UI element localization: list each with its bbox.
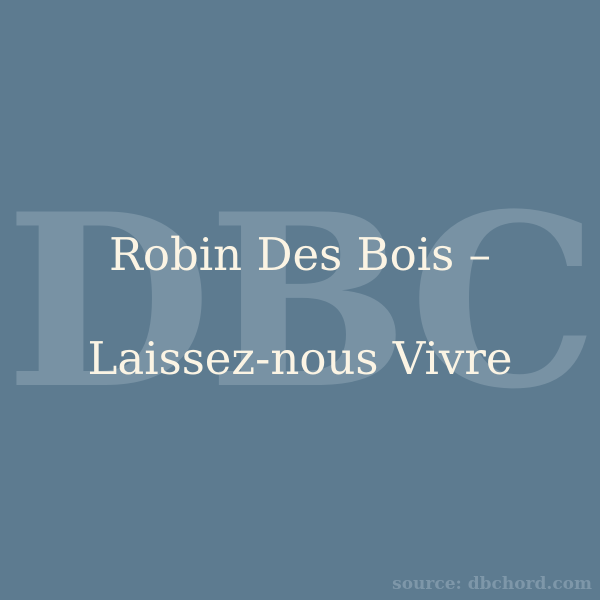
watermark-logo: DBC — [5, 163, 598, 442]
song-title-line-1: Robin Des Bois – — [108, 228, 492, 281]
source-credit: source: dbchord.com — [392, 574, 592, 594]
song-title-line-2: Laissez-nous Vivre — [87, 332, 513, 385]
cover-image: DBC Robin Des Bois – Laissez-nous Vivre … — [0, 0, 600, 600]
